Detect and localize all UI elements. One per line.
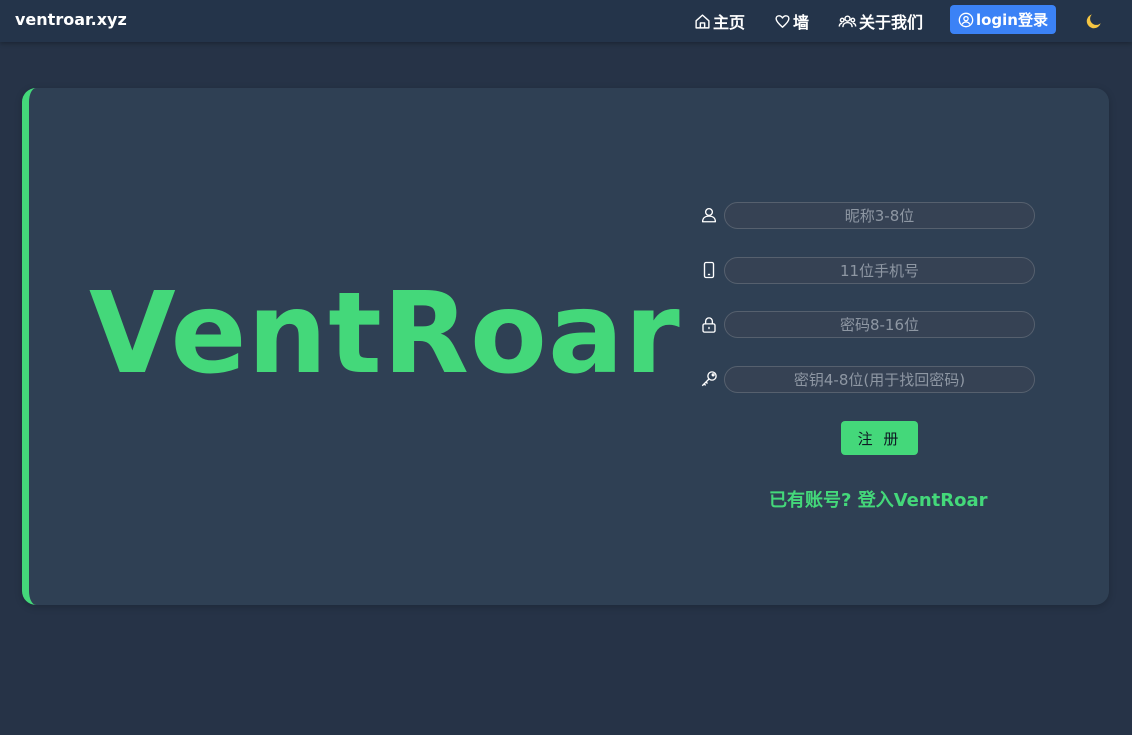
register-card: VentRoar 注 册 已有账号? 登入VentRoar [22,88,1109,605]
nav-about-label: 关于我们 [859,13,924,32]
login-button[interactable]: login登录 [950,5,1056,34]
nav-about[interactable]: 关于我们 [838,0,923,42]
phone-input[interactable] [724,257,1035,284]
hero-title: VentRoar [89,269,681,399]
password-input[interactable] [724,311,1035,338]
moon-icon[interactable] [1084,11,1104,31]
nav-home[interactable]: 主页 [694,0,745,42]
users-icon [838,14,857,27]
register-button[interactable]: 注 册 [841,421,918,455]
home-icon [695,13,710,29]
login-link[interactable]: 已有账号? 登入VentRoar [769,486,988,512]
login-button-label: login登录 [975,11,1048,29]
nav-home-label: 主页 [713,13,746,32]
key-icon [701,371,717,387]
top-navbar: ventroar.xyz 主页 墙 关于我们 login登录 [0,0,1132,42]
secret-key-input[interactable] [724,366,1035,393]
nickname-input[interactable] [724,202,1035,229]
lock-icon [702,317,716,333]
user-icon [701,207,717,223]
nav-wall[interactable]: 墙 [774,0,809,42]
site-brand[interactable]: ventroar.xyz [15,10,127,29]
phone-icon [703,261,715,279]
heart-icon [775,14,790,28]
user-circle-icon [958,12,974,27]
nav-wall-label: 墙 [793,13,810,32]
